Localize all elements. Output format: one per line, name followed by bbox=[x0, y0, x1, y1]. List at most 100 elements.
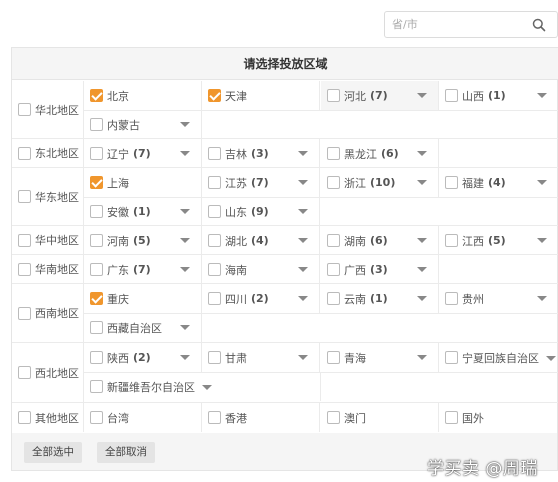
province-option[interactable]: 重庆 bbox=[90, 291, 129, 307]
region-checkbox-label[interactable]: 华北地区 bbox=[18, 102, 79, 118]
province-option[interactable]: 青海 bbox=[327, 350, 366, 366]
chevron-down-icon[interactable] bbox=[417, 180, 427, 185]
province-checkbox[interactable] bbox=[90, 89, 103, 102]
province-option[interactable]: 贵州 bbox=[445, 291, 484, 307]
chevron-down-icon[interactable] bbox=[298, 151, 308, 156]
province-checkbox[interactable] bbox=[90, 411, 103, 424]
province-cell[interactable]: 海南 bbox=[202, 255, 320, 284]
province-cell[interactable]: 广东 (7) bbox=[84, 255, 202, 284]
region-checkbox[interactable] bbox=[18, 146, 31, 160]
chevron-down-icon[interactable] bbox=[180, 355, 190, 360]
province-cell[interactable]: 吉林 (3) bbox=[202, 139, 320, 168]
deselect-all-button[interactable]: 全部取消 bbox=[97, 442, 155, 463]
chevron-down-icon[interactable] bbox=[546, 356, 556, 361]
chevron-down-icon[interactable] bbox=[298, 355, 308, 360]
province-cell[interactable]: 新疆维吾尔自治区 bbox=[84, 372, 321, 401]
province-cell[interactable]: 江苏 (7) bbox=[202, 168, 320, 197]
province-option[interactable]: 浙江 (10) bbox=[327, 175, 395, 191]
region-checkbox-label[interactable]: 东北地区 bbox=[18, 145, 79, 161]
province-checkbox[interactable] bbox=[208, 292, 221, 305]
province-checkbox[interactable] bbox=[90, 118, 103, 131]
province-cell[interactable]: 湖南 (6) bbox=[321, 226, 439, 255]
province-option[interactable]: 宁夏回族自治区 bbox=[445, 350, 556, 366]
chevron-down-icon[interactable] bbox=[417, 238, 427, 243]
chevron-down-icon[interactable] bbox=[537, 93, 547, 98]
province-option[interactable]: 陕西 (2) bbox=[90, 350, 151, 366]
province-checkbox[interactable] bbox=[445, 234, 458, 247]
province-cell[interactable]: 香港 bbox=[202, 403, 320, 432]
province-checkbox[interactable] bbox=[208, 176, 221, 189]
region-checkbox[interactable] bbox=[18, 190, 31, 203]
province-checkbox[interactable] bbox=[208, 89, 221, 102]
province-checkbox[interactable] bbox=[90, 321, 103, 334]
province-option[interactable]: 江西 (5) bbox=[445, 233, 506, 249]
province-checkbox[interactable] bbox=[90, 351, 103, 364]
province-cell[interactable]: 安徽 (1) bbox=[84, 197, 202, 226]
province-checkbox[interactable] bbox=[208, 263, 221, 276]
province-cell[interactable]: 国外 bbox=[439, 403, 558, 432]
province-option[interactable]: 河北 (7) bbox=[327, 88, 388, 104]
province-checkbox[interactable] bbox=[90, 147, 103, 160]
search-input[interactable] bbox=[389, 15, 525, 34]
region-checkbox-label[interactable]: 华东地区 bbox=[18, 189, 79, 205]
chevron-down-icon[interactable] bbox=[417, 93, 427, 98]
province-checkbox[interactable] bbox=[90, 176, 103, 189]
region-checkbox-label[interactable]: 华中地区 bbox=[18, 232, 79, 248]
province-option[interactable]: 广东 (7) bbox=[90, 262, 151, 278]
province-option[interactable]: 北京 bbox=[90, 88, 129, 104]
province-option[interactable]: 吉林 (3) bbox=[208, 146, 269, 162]
province-checkbox[interactable] bbox=[90, 205, 103, 218]
province-option[interactable]: 国外 bbox=[445, 410, 484, 426]
region-checkbox[interactable] bbox=[18, 103, 31, 116]
chevron-down-icon[interactable] bbox=[417, 151, 427, 156]
province-checkbox[interactable] bbox=[208, 351, 221, 364]
province-cell[interactable]: 辽宁 (7) bbox=[84, 139, 202, 168]
province-cell[interactable]: 广西 (3) bbox=[321, 255, 439, 284]
province-option[interactable]: 山西 (1) bbox=[445, 88, 506, 104]
chevron-down-icon[interactable] bbox=[298, 267, 308, 272]
chevron-down-icon[interactable] bbox=[202, 385, 212, 390]
province-cell[interactable]: 贵州 bbox=[439, 284, 558, 313]
province-cell[interactable]: 陕西 (2) bbox=[84, 343, 202, 372]
region-checkbox[interactable] bbox=[18, 366, 31, 379]
province-cell[interactable]: 云南 (1) bbox=[321, 284, 439, 313]
region-checkbox[interactable] bbox=[18, 262, 31, 276]
province-option[interactable]: 香港 bbox=[208, 410, 247, 426]
chevron-down-icon[interactable] bbox=[417, 267, 427, 272]
province-cell[interactable]: 天津 bbox=[202, 81, 320, 110]
province-checkbox[interactable] bbox=[208, 411, 221, 424]
province-option[interactable]: 上海 bbox=[90, 175, 129, 191]
province-option[interactable]: 西藏自治区 bbox=[90, 320, 162, 336]
province-option[interactable]: 甘肃 bbox=[208, 350, 247, 366]
province-option[interactable]: 辽宁 (7) bbox=[90, 146, 151, 162]
province-checkbox[interactable] bbox=[327, 292, 340, 305]
province-cell[interactable]: 河北 (7) bbox=[321, 81, 439, 110]
region-checkbox[interactable] bbox=[18, 233, 31, 247]
province-option[interactable]: 天津 bbox=[208, 88, 247, 104]
province-option[interactable]: 新疆维吾尔自治区 bbox=[90, 379, 212, 395]
province-checkbox[interactable] bbox=[445, 89, 458, 102]
chevron-down-icon[interactable] bbox=[298, 180, 308, 185]
province-checkbox[interactable] bbox=[90, 234, 103, 247]
province-checkbox[interactable] bbox=[327, 89, 340, 102]
province-checkbox[interactable] bbox=[327, 411, 340, 424]
province-cell[interactable]: 山东 (9) bbox=[202, 197, 320, 226]
province-option[interactable]: 湖北 (4) bbox=[208, 233, 269, 249]
region-checkbox-label[interactable]: 西北地区 bbox=[18, 365, 79, 381]
province-option[interactable]: 安徽 (1) bbox=[90, 204, 151, 220]
chevron-down-icon[interactable] bbox=[180, 151, 190, 156]
province-cell[interactable]: 澳门 bbox=[321, 403, 439, 432]
chevron-down-icon[interactable] bbox=[180, 122, 190, 127]
province-checkbox[interactable] bbox=[90, 292, 103, 305]
province-option[interactable]: 云南 (1) bbox=[327, 291, 388, 307]
province-option[interactable]: 江苏 (7) bbox=[208, 175, 269, 191]
province-cell[interactable]: 西藏自治区 bbox=[84, 313, 202, 342]
chevron-down-icon[interactable] bbox=[180, 267, 190, 272]
province-cell[interactable]: 四川 (2) bbox=[202, 284, 320, 313]
province-option[interactable]: 山东 (9) bbox=[208, 204, 269, 220]
province-cell[interactable]: 浙江 (10) bbox=[321, 168, 439, 197]
region-checkbox-label[interactable]: 其他地区 bbox=[18, 410, 79, 426]
province-checkbox[interactable] bbox=[445, 411, 458, 424]
province-cell[interactable]: 台湾 bbox=[84, 403, 202, 432]
province-checkbox[interactable] bbox=[445, 176, 458, 189]
